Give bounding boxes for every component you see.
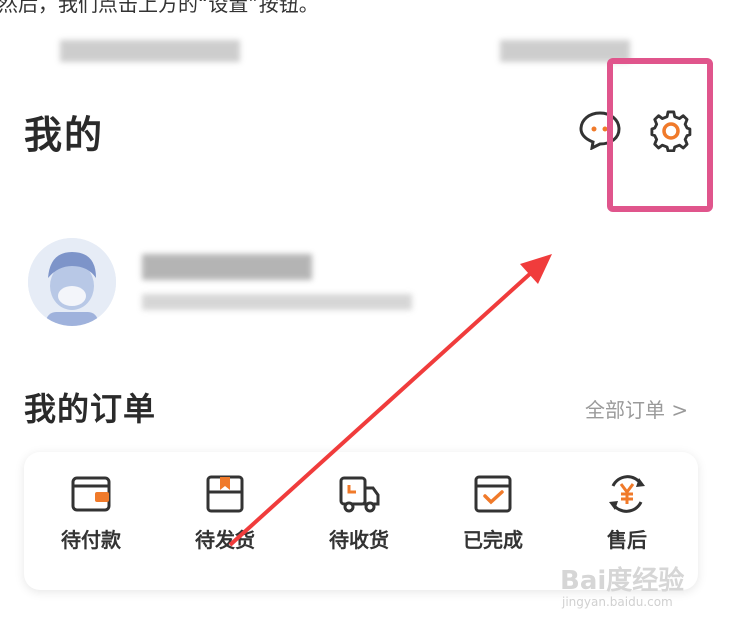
order-item-completed[interactable]: 已完成: [438, 474, 548, 553]
avatar[interactable]: [28, 238, 116, 326]
order-item-after-sales[interactable]: 售后: [572, 474, 682, 553]
orders-section-title: 我的订单: [24, 390, 157, 428]
box-icon: [206, 475, 244, 513]
order-label: 售后: [607, 528, 647, 552]
wallet-icon: [71, 476, 111, 512]
watermark-url: jingyan.baidu.com: [562, 595, 673, 609]
avatar-illustration: [28, 238, 116, 326]
order-label: 已完成: [463, 528, 523, 552]
order-item-pending-shipment[interactable]: 待发货: [170, 474, 280, 553]
order-label: 待付款: [61, 528, 121, 552]
order-label: 待发货: [195, 528, 255, 552]
refund-yuan-icon: [609, 475, 645, 513]
order-label: 待收货: [329, 528, 389, 552]
watermark: Bai度经验: [560, 566, 685, 596]
order-item-pending-payment[interactable]: 待付款: [36, 474, 146, 553]
page-title: 我的: [24, 113, 105, 157]
status-bar-left-blurred: [60, 40, 240, 62]
order-item-pending-receipt[interactable]: 待收货: [304, 474, 414, 553]
all-orders-link[interactable]: 全部订单 >: [585, 394, 688, 423]
truck-icon: [339, 476, 380, 513]
settings-highlight-box: [607, 58, 713, 212]
instruction-caption: 然后，我们点击上方的“设置”按钮。: [0, 0, 319, 16]
user-subtitle-blurred: [142, 294, 412, 310]
calendar-check-icon: [474, 475, 512, 513]
username-blurred: [142, 254, 312, 280]
